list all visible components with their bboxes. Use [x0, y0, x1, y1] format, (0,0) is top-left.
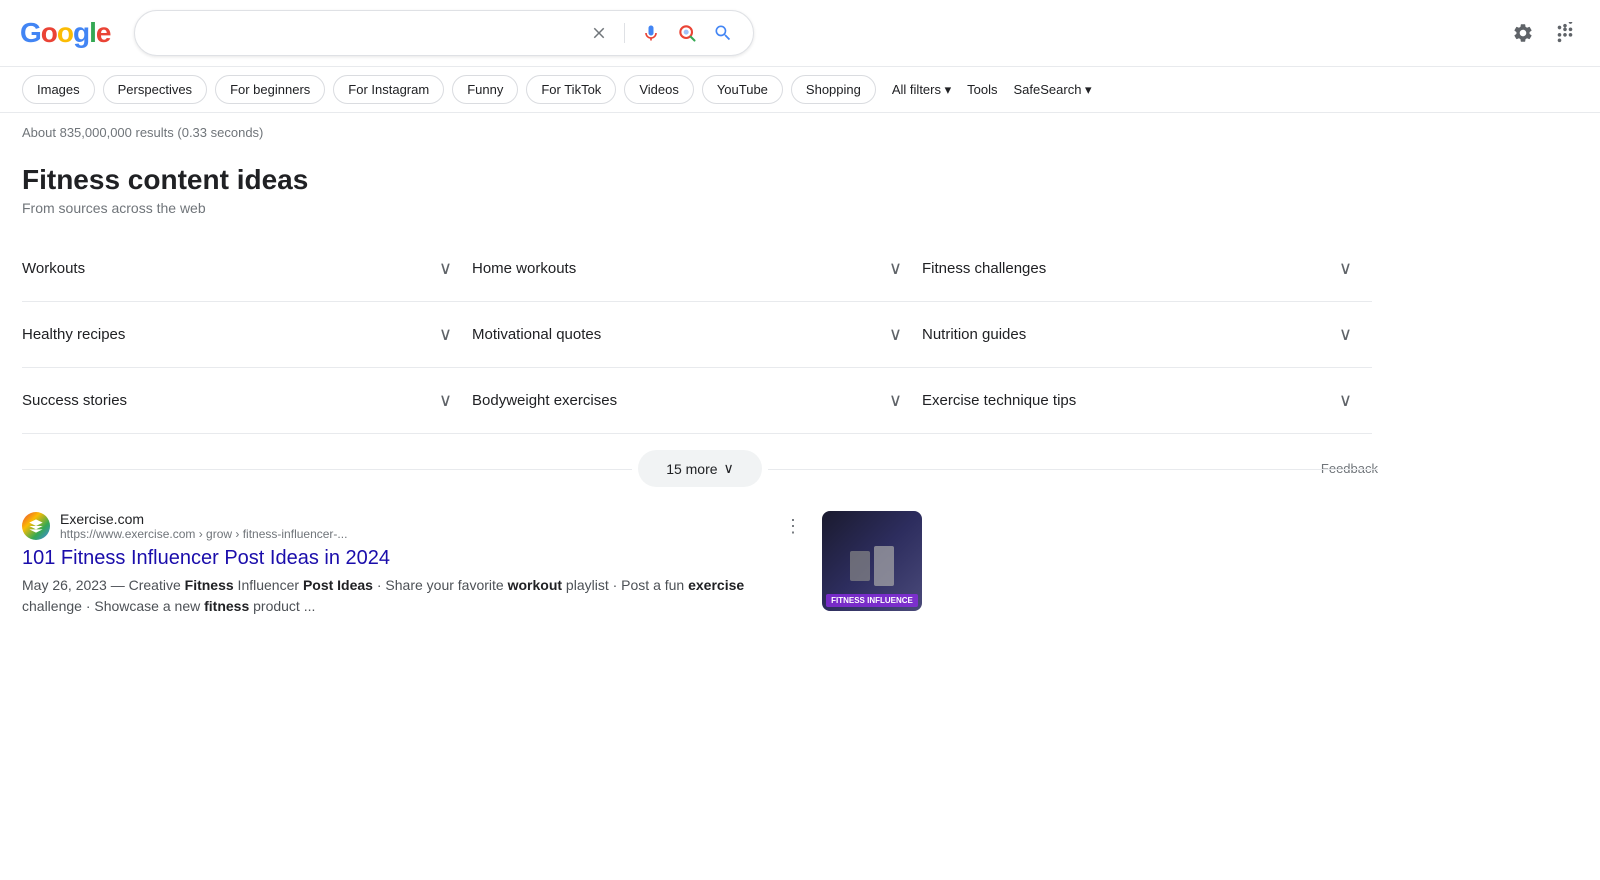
filter-for-instagram[interactable]: For Instagram — [333, 75, 444, 104]
filter-tools: All filters ▾ Tools SafeSearch ▾ — [892, 82, 1092, 106]
featured-title: Fitness content ideas — [22, 164, 1378, 196]
result-description-text: — Creative Fitness Influencer Post Ideas… — [22, 577, 744, 614]
more-btn-row: 15 more ∨ Feedback — [22, 450, 1378, 487]
search-button[interactable] — [709, 19, 737, 47]
topic-healthy-recipes[interactable]: Healthy recipes ∨ — [22, 302, 472, 368]
filter-youtube[interactable]: YouTube — [702, 75, 783, 104]
filter-shopping[interactable]: Shopping — [791, 75, 876, 104]
search-result: Exercise.com https://www.exercise.com › … — [22, 511, 922, 617]
main-content: Fitness content ideas From sources acros… — [0, 148, 1400, 625]
filter-bar: Images Perspectives For beginners For In… — [0, 67, 1600, 113]
lens-button[interactable] — [673, 19, 701, 47]
topic-workouts[interactable]: Workouts ∨ — [22, 236, 472, 302]
header: Google fitness content ideas — [0, 0, 1600, 67]
chevron-workouts-icon: ∨ — [439, 258, 452, 279]
filter-perspectives[interactable]: Perspectives — [103, 75, 207, 104]
topic-success-stories[interactable]: Success stories ∨ — [22, 368, 472, 434]
chevron-home-workouts-icon: ∨ — [889, 258, 902, 279]
search-divider — [624, 23, 625, 43]
filter-for-beginners[interactable]: For beginners — [215, 75, 325, 104]
result-date: May 26, 2023 — [22, 577, 107, 593]
site-info: Exercise.com https://www.exercise.com › … — [60, 511, 347, 541]
apps-button[interactable] — [1550, 18, 1580, 48]
feedback-link[interactable]: Feedback — [1321, 461, 1378, 476]
search-input[interactable]: fitness content ideas — [151, 24, 576, 42]
chevron-down-icon: ∨ — [724, 460, 734, 477]
topic-bodyweight-exercises[interactable]: Bodyweight exercises ∨ — [472, 368, 922, 434]
result-options-button[interactable]: ⋮ — [784, 516, 802, 537]
result-image-label: FITNESS INFLUENCE — [826, 594, 918, 607]
safesearch[interactable]: SafeSearch ▾ — [1014, 82, 1092, 98]
settings-button[interactable] — [1508, 18, 1538, 48]
result-content: Exercise.com https://www.exercise.com › … — [22, 511, 802, 617]
results-count: About 835,000,000 results (0.33 seconds) — [0, 113, 1600, 148]
chevron-fitness-challenges-icon: ∨ — [1339, 258, 1352, 279]
filter-videos[interactable]: Videos — [624, 75, 694, 104]
mic-button[interactable] — [637, 19, 665, 47]
filter-for-tiktok[interactable]: For TikTok — [526, 75, 616, 104]
clear-button[interactable] — [586, 20, 612, 46]
site-favicon — [22, 512, 50, 540]
filter-images[interactable]: Images — [22, 75, 95, 104]
chevron-exercise-technique-tips-icon: ∨ — [1339, 390, 1352, 411]
chevron-success-stories-icon: ∨ — [439, 390, 452, 411]
chevron-motivational-quotes-icon: ∨ — [889, 324, 902, 345]
result-site: Exercise.com https://www.exercise.com › … — [22, 511, 802, 541]
chevron-bodyweight-exercises-icon: ∨ — [889, 390, 902, 411]
topic-home-workouts[interactable]: Home workouts ∨ — [472, 236, 922, 302]
topic-motivational-quotes[interactable]: Motivational quotes ∨ — [472, 302, 922, 368]
all-filters[interactable]: All filters ▾ — [892, 82, 951, 98]
chevron-healthy-recipes-icon: ∨ — [439, 324, 452, 345]
chevron-nutrition-guides-icon: ∨ — [1339, 324, 1352, 345]
site-url: https://www.exercise.com › grow › fitnes… — [60, 527, 347, 541]
topic-nutrition-guides[interactable]: Nutrition guides ∨ — [922, 302, 1372, 368]
search-bar: fitness content ideas — [134, 10, 754, 56]
topic-fitness-challenges[interactable]: Fitness challenges ∨ — [922, 236, 1372, 302]
featured-subtitle: From sources across the web — [22, 200, 1378, 216]
topic-exercise-technique-tips[interactable]: Exercise technique tips ∨ — [922, 368, 1372, 434]
header-right — [1508, 18, 1580, 48]
tools-button[interactable]: Tools — [967, 82, 997, 97]
result-image[interactable]: FITNESS INFLUENCE — [822, 511, 922, 611]
result-image-inner: FITNESS INFLUENCE — [822, 511, 922, 611]
filter-funny[interactable]: Funny — [452, 75, 518, 104]
google-logo: Google — [20, 17, 110, 49]
result-title[interactable]: 101 Fitness Influencer Post Ideas in 202… — [22, 545, 802, 571]
result-description: May 26, 2023 — Creative Fitness Influenc… — [22, 575, 802, 617]
more-topics-button[interactable]: 15 more ∨ — [638, 450, 762, 487]
site-name: Exercise.com — [60, 511, 347, 527]
topics-grid: Workouts ∨ Home workouts ∨ Fitness chall… — [22, 236, 1372, 434]
